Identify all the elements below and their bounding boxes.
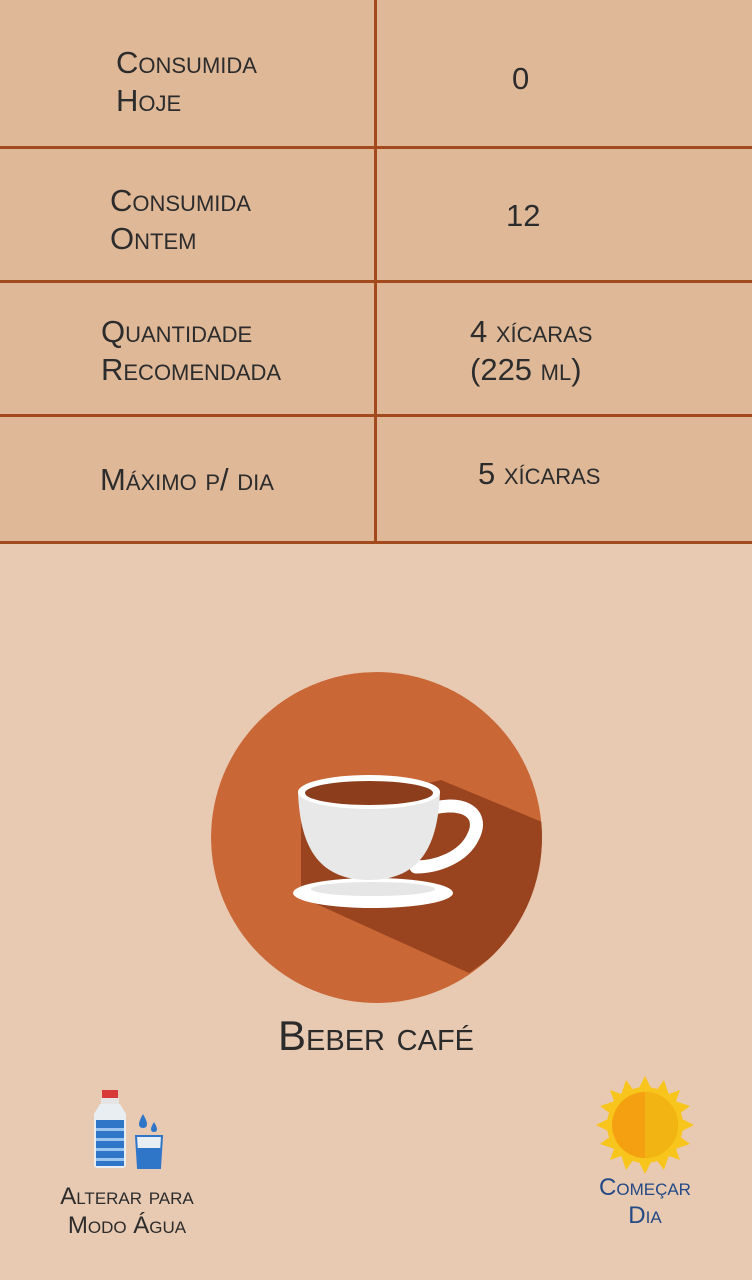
table-divider [374, 417, 377, 541]
sun-icon [596, 1076, 694, 1174]
stats-value-line: 12 [506, 198, 541, 233]
stats-value-line: 5 xícaras [478, 456, 601, 491]
stats-value: 0 [512, 60, 529, 98]
stats-label-line: Quantidade [101, 314, 253, 349]
stats-value: 5 xícaras [478, 455, 600, 493]
start-day-label: Começar Dia [572, 1174, 718, 1230]
water-bottle-glass-icon [94, 1090, 164, 1169]
table-divider [374, 0, 377, 146]
stats-value-line: 0 [512, 61, 530, 96]
stats-label-line: Consumida [116, 45, 257, 80]
stats-label-line: Ontem [110, 221, 197, 256]
coffee-cup-icon [211, 672, 542, 1003]
stats-label-line: Recomendada [101, 352, 282, 387]
stats-label-line: Máximo p/ dia [100, 462, 274, 497]
switch-water-mode-label-line: Alterar para [60, 1183, 194, 1210]
table-divider [374, 283, 377, 414]
stats-value-line: (225 ml) [470, 352, 582, 387]
table-divider [374, 149, 377, 280]
stats-label-line: Consumida [110, 183, 251, 218]
stats-row-yesterday: Consumida Ontem 12 [0, 149, 752, 283]
stats-row-max: Máximo p/ dia 5 xícaras [0, 417, 752, 544]
stats-label: Quantidade Recomendada [101, 313, 281, 389]
stats-value-line: 4 xícaras [470, 314, 593, 349]
stats-value: 4 xícaras (225 ml) [470, 313, 592, 389]
stats-label-line: Hoje [116, 83, 182, 118]
stats-value: 12 [506, 197, 540, 235]
stats-row-today: Consumida Hoje 0 [0, 0, 752, 149]
drink-coffee-label: Beber café [278, 1012, 474, 1059]
stats-table: Consumida Hoje 0 Consumida Ontem 12 Quan… [0, 0, 752, 544]
stats-label: Consumida Hoje [116, 44, 257, 120]
start-day-button[interactable]: Começar Dia [572, 1074, 718, 1244]
stats-row-recommended: Quantidade Recomendada 4 xícaras (225 ml… [0, 283, 752, 417]
switch-water-mode-button[interactable]: Alterar para Modo Água [30, 1080, 224, 1250]
start-day-label-line: Começar [599, 1174, 691, 1201]
switch-water-mode-label-line: Modo Água [67, 1212, 187, 1239]
start-day-label-line: Dia [628, 1202, 662, 1229]
drink-coffee-button[interactable] [211, 672, 542, 1003]
switch-water-mode-label: Alterar para Modo Água [30, 1182, 224, 1240]
stats-label: Consumida Ontem [110, 182, 251, 258]
stats-label: Máximo p/ dia [100, 461, 274, 499]
